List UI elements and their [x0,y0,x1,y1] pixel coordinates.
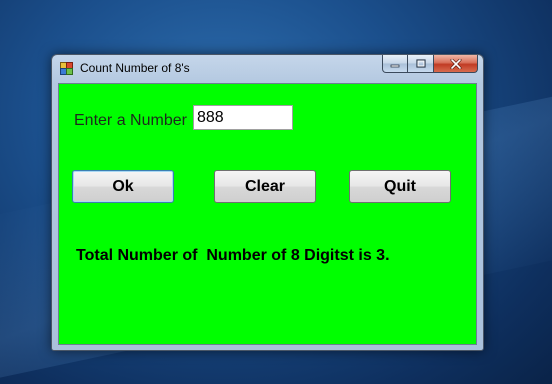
maximize-button[interactable] [408,55,434,73]
quit-button[interactable]: Quit [349,170,451,203]
app-icon [60,62,73,75]
app-window: Count Number of 8's Enter a Number 888 O… [51,54,484,351]
number-input[interactable] [193,105,293,130]
minimize-icon [390,64,400,67]
maximize-icon [415,58,426,68]
title-bar[interactable]: Count Number of 8's [52,55,483,81]
number-label: Enter a Number [74,112,187,129]
result-text: Total Number of Number of 8 Digitst is 3… [76,247,390,264]
form-client-area: Enter a Number Ok Clear Quit Total Numbe… [58,83,477,345]
clear-button[interactable]: Clear [214,170,316,203]
minimize-button[interactable] [382,55,408,73]
window-title: Count Number of 8's [80,61,190,75]
caption-buttons [382,55,478,74]
ok-button[interactable]: Ok [72,170,174,203]
close-icon [450,58,461,69]
close-button[interactable] [434,55,478,73]
